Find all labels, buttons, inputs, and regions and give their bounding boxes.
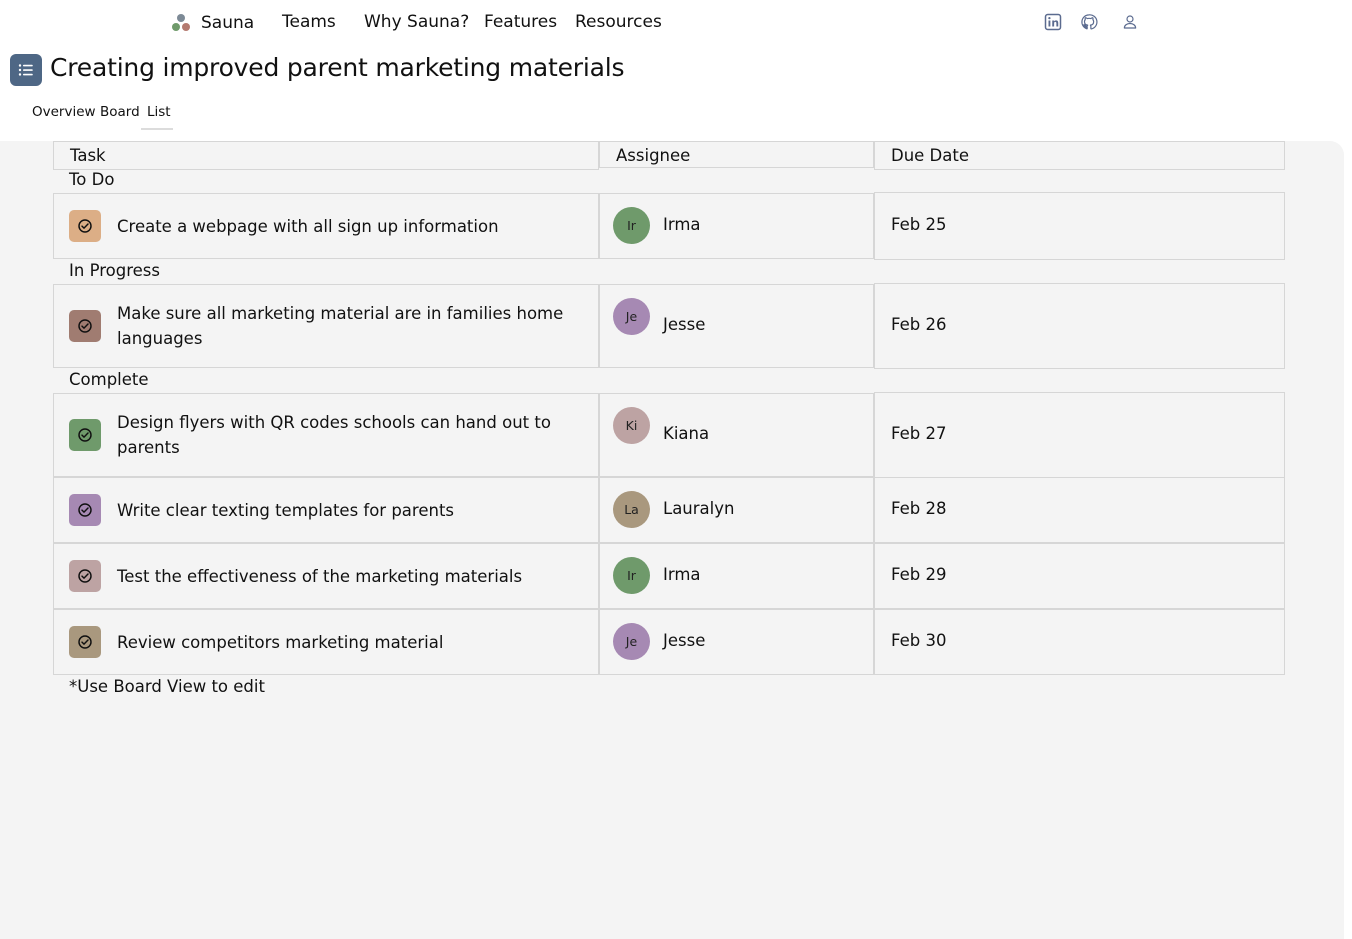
due-date: Feb 29 bbox=[891, 565, 947, 584]
group-label-to-do: To Do bbox=[69, 170, 115, 189]
avatar: Je bbox=[613, 623, 650, 660]
assignee-name: Irma bbox=[663, 565, 701, 584]
avatar: Je bbox=[613, 298, 650, 335]
check-circle-icon bbox=[69, 419, 101, 451]
task-title: Create a webpage with all sign up inform… bbox=[117, 217, 499, 236]
brand-name: Sauna bbox=[201, 13, 255, 33]
column-header-label: Assignee bbox=[616, 146, 691, 165]
assignee-cell: La Lauralyn bbox=[599, 477, 874, 543]
task-title: Make sure all marketing material are in … bbox=[117, 304, 564, 348]
avatar: Ki bbox=[613, 407, 650, 444]
task-title: Review competitors marketing material bbox=[117, 633, 444, 652]
github-icon[interactable] bbox=[1080, 13, 1098, 31]
assignee-name: Irma bbox=[663, 215, 701, 234]
check-circle-icon bbox=[69, 494, 101, 526]
assignee-name: Jesse bbox=[663, 631, 706, 650]
nav-features[interactable]: Features bbox=[484, 12, 557, 32]
table-row: Test the effectiveness of the marketing … bbox=[53, 543, 599, 609]
check-circle-icon bbox=[69, 210, 101, 242]
assignee-name: Kiana bbox=[663, 424, 710, 443]
due-date: Feb 27 bbox=[891, 424, 947, 443]
group-label-complete: Complete bbox=[69, 370, 149, 389]
due-date: Feb 28 bbox=[891, 499, 947, 518]
check-circle-icon bbox=[69, 560, 101, 592]
task-title: Test the effectiveness of the marketing … bbox=[117, 567, 523, 586]
list-view-icon bbox=[10, 54, 42, 86]
avatar: La bbox=[613, 491, 650, 528]
active-tab-indicator bbox=[141, 128, 173, 130]
avatar: Ir bbox=[613, 207, 650, 244]
assignee-name: Lauralyn bbox=[663, 499, 735, 518]
due-date: Feb 26 bbox=[891, 315, 947, 334]
assignee-cell: Ir Irma bbox=[599, 193, 874, 259]
column-header-task: Task bbox=[53, 141, 599, 170]
due-date-cell: Feb 28 bbox=[874, 477, 1285, 543]
tab-overview[interactable]: Overview bbox=[32, 104, 96, 120]
assignee-cell: Je Jesse bbox=[599, 284, 874, 368]
table-row: Make sure all marketing material are in … bbox=[53, 284, 599, 368]
assignee-cell: Je Jesse bbox=[599, 609, 874, 675]
sauna-logo-icon bbox=[171, 12, 193, 34]
due-date: Feb 25 bbox=[891, 215, 947, 234]
due-date-cell: Feb 26 bbox=[874, 283, 1285, 369]
due-date-cell: Feb 25 bbox=[874, 192, 1285, 260]
linkedin-icon[interactable] bbox=[1044, 13, 1062, 31]
nav-why-sauna[interactable]: Why Sauna? bbox=[364, 12, 469, 32]
top-nav: Sauna Teams Why Sauna? Features Resource… bbox=[0, 0, 1352, 46]
table-row: Write clear texting templates for parent… bbox=[53, 477, 599, 543]
check-circle-icon bbox=[69, 310, 101, 342]
column-header-assignee: Assignee bbox=[599, 141, 874, 168]
assignee-cell: Ir Irma bbox=[599, 543, 874, 609]
tab-board[interactable]: Board bbox=[100, 104, 140, 120]
avatar: Ir bbox=[613, 557, 650, 594]
column-header-label: Due Date bbox=[891, 146, 969, 165]
check-circle-icon bbox=[69, 626, 101, 658]
due-date: Feb 30 bbox=[891, 631, 947, 650]
table-row: Create a webpage with all sign up inform… bbox=[53, 193, 599, 259]
assignee-cell: Ki Kiana bbox=[599, 393, 874, 477]
due-date-cell: Feb 30 bbox=[874, 609, 1285, 675]
tab-list[interactable]: List bbox=[147, 104, 171, 120]
brand-link[interactable]: Sauna bbox=[171, 10, 254, 36]
nav-resources[interactable]: Resources bbox=[575, 12, 662, 32]
column-header-due-date: Due Date bbox=[874, 141, 1285, 170]
task-title: Write clear texting templates for parent… bbox=[117, 501, 455, 520]
assignee-name: Jesse bbox=[663, 315, 706, 334]
user-icon[interactable] bbox=[1121, 13, 1139, 31]
table-row: Review competitors marketing material bbox=[53, 609, 599, 675]
footnote: *Use Board View to edit bbox=[69, 677, 265, 696]
due-date-cell: Feb 27 bbox=[874, 392, 1285, 478]
nav-teams[interactable]: Teams bbox=[282, 12, 336, 32]
table-row: Design flyers with QR codes schools can … bbox=[53, 393, 599, 477]
column-header-label: Task bbox=[70, 146, 106, 165]
group-label-in-progress: In Progress bbox=[69, 261, 160, 280]
task-title: Design flyers with QR codes schools can … bbox=[117, 413, 551, 457]
page-title: Creating improved parent marketing mater… bbox=[50, 53, 625, 82]
due-date-cell: Feb 29 bbox=[874, 543, 1285, 609]
